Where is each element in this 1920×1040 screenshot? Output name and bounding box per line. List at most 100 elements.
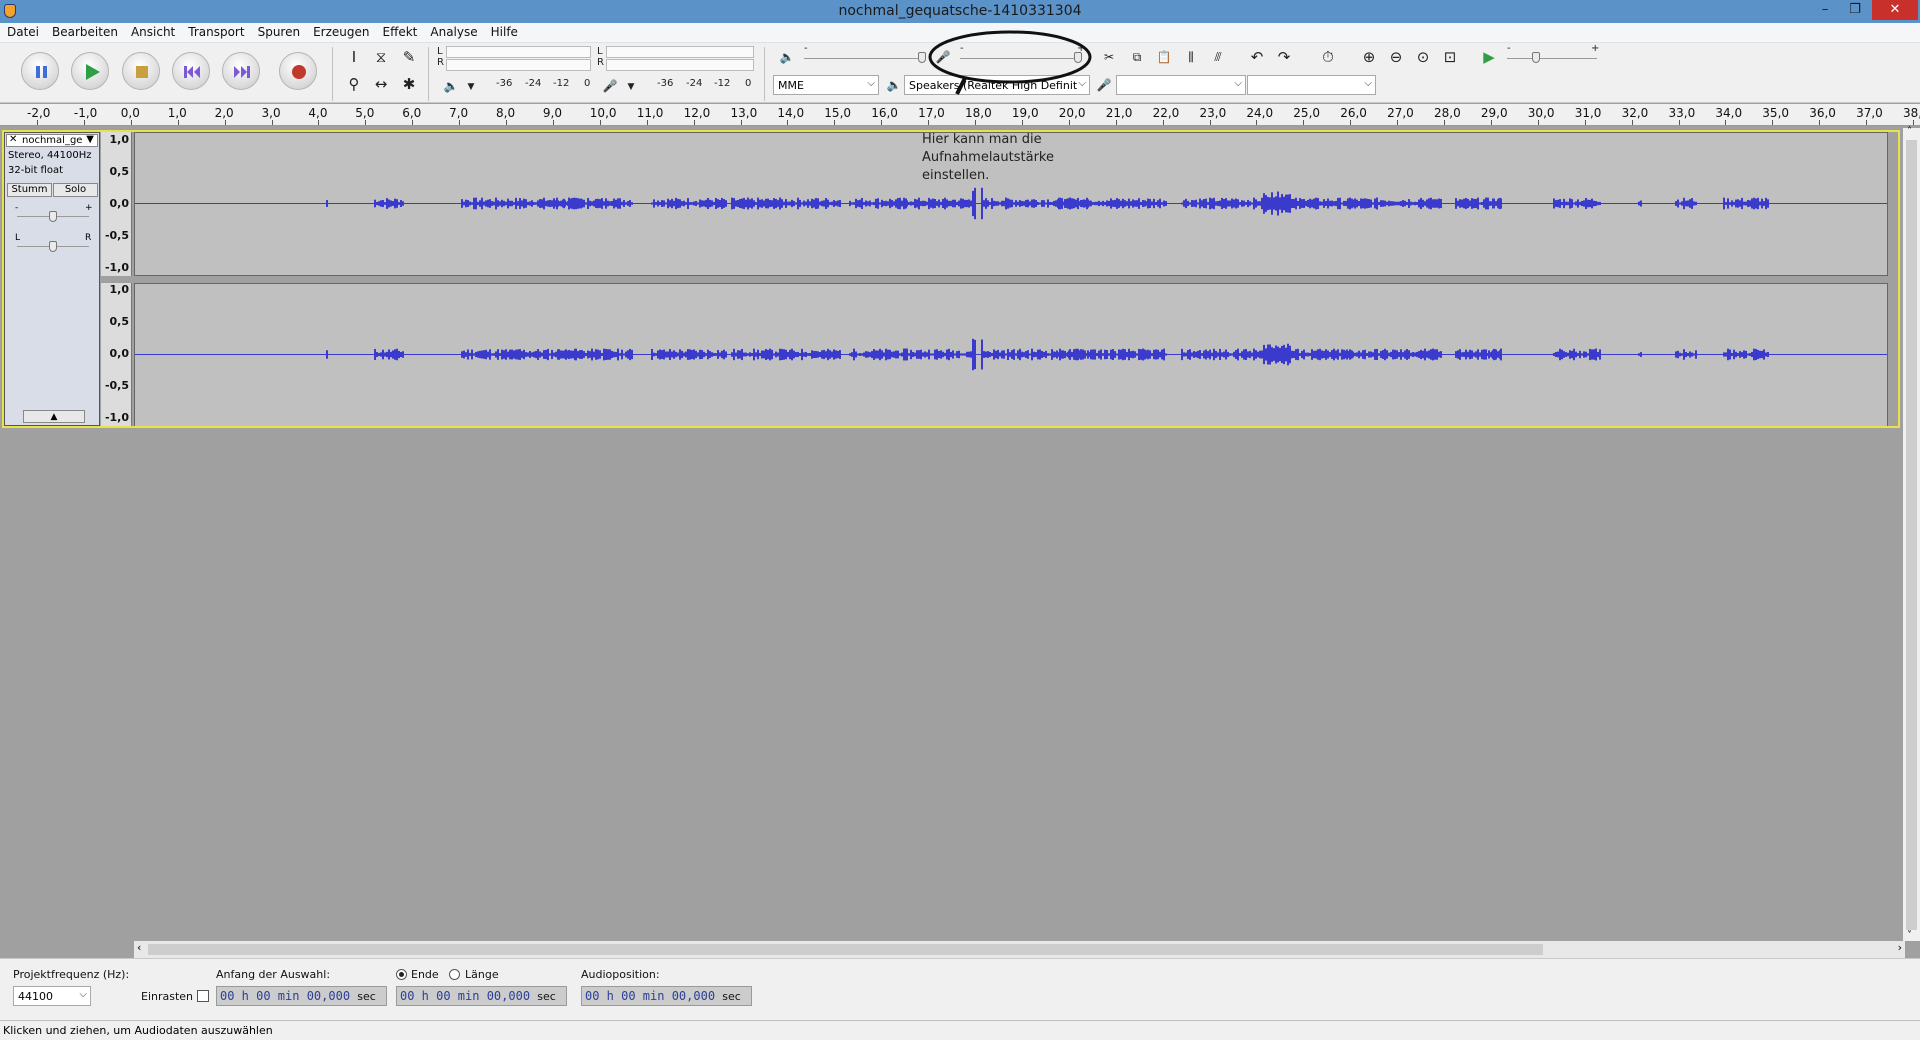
waveform-sample <box>934 198 936 209</box>
scroll-up-icon[interactable]: ˄ <box>1907 126 1912 137</box>
fit-selection-icon[interactable]: ⊙ <box>1412 46 1434 68</box>
track-title-bar[interactable]: ✕ nochmal_ge ▼ <box>6 134 98 147</box>
waveform-sample <box>1211 352 1213 357</box>
menu-bearbeiten[interactable]: Bearbeiten <box>45 23 124 39</box>
maximize-button[interactable]: ❐ <box>1840 0 1870 20</box>
waveform-sample <box>717 199 719 208</box>
record-meter-left[interactable] <box>606 46 754 58</box>
track-menu-chevron-icon[interactable]: ▼ <box>86 134 94 145</box>
collapse-track-button[interactable]: ▲ <box>23 410 85 423</box>
waveform-sample <box>1245 202 1247 205</box>
menu-erzeugen[interactable]: Erzeugen <box>306 23 375 39</box>
waveform-sample <box>1301 202 1303 205</box>
waveform-right-channel[interactable] <box>134 283 1888 427</box>
envelope-tool-icon[interactable]: ⧖ <box>370 46 392 68</box>
menu-transport[interactable]: Transport <box>181 23 250 39</box>
meter-dropdown-icon[interactable]: ▼ <box>620 76 642 98</box>
menu-spuren[interactable]: Spuren <box>251 23 307 39</box>
scissors-icon[interactable]: ✂ <box>1098 46 1120 68</box>
track-close-icon[interactable]: ✕ <box>9 134 17 145</box>
minimize-button[interactable]: – <box>1810 0 1840 20</box>
snap-to-checkbox[interactable] <box>197 990 209 1002</box>
scroll-left-icon[interactable]: ‹ <box>137 941 141 954</box>
trim-audio-icon[interactable]: ⫼ <box>1180 46 1202 68</box>
zoom-in-icon[interactable]: ⊕ <box>1358 46 1380 68</box>
playback-meter-right[interactable] <box>446 59 591 71</box>
play-speed-slider[interactable] <box>1532 52 1540 63</box>
record-meter-right[interactable] <box>606 59 754 71</box>
project-rate-select[interactable]: 44100 ⌵ <box>13 986 91 1006</box>
audio-position-time[interactable]: 00 h 00 min 00,000 sec <box>581 986 752 1006</box>
skip-to-start-button[interactable] <box>172 52 210 90</box>
playback-meter-left[interactable] <box>446 46 591 58</box>
vertical-scrollbar[interactable]: ˄ ˅ <box>1903 126 1920 941</box>
pause-button[interactable] <box>21 52 59 90</box>
waveform-sample <box>549 200 551 207</box>
selection-start-time[interactable]: 00 h 00 min 00,000 sec <box>216 986 387 1006</box>
waveform-sample <box>1390 201 1392 206</box>
waveform-sample <box>785 199 787 208</box>
waveform-sample <box>1021 200 1023 207</box>
play-at-speed-icon[interactable]: ▶ <box>1478 46 1500 68</box>
menu-hilfe[interactable]: Hilfe <box>484 23 524 39</box>
meter-dropdown-icon[interactable]: ▼ <box>460 76 482 98</box>
timeline-ruler[interactable]: -2,0 -1,0 0,0 1,0 2,0 3,0 4,0 5,0 6,0 7,0 8,0 9,0 10… <box>0 104 1920 126</box>
length-radio[interactable] <box>449 969 460 980</box>
zoom-tool-icon[interactable]: ⚲ <box>343 73 365 95</box>
waveform-sample <box>382 199 384 208</box>
copy-icon[interactable]: ⧉ <box>1126 46 1148 68</box>
scroll-down-icon[interactable]: ˅ <box>1907 930 1912 941</box>
menu-ansicht[interactable]: Ansicht <box>124 23 181 39</box>
menu-effekt[interactable]: Effekt <box>376 23 424 39</box>
silence-audio-icon[interactable]: ⫻ <box>1207 46 1229 68</box>
menu-analyse[interactable]: Analyse <box>423 23 483 39</box>
waveform-sample <box>681 201 683 206</box>
redo-icon[interactable]: ↷ <box>1273 46 1295 68</box>
ruler-tick-label: 15,0 <box>824 106 852 120</box>
waveform-sample <box>1372 352 1374 357</box>
track-name[interactable]: nochmal_ge <box>22 135 82 146</box>
record-button[interactable] <box>279 52 317 90</box>
undo-icon[interactable]: ↶ <box>1246 46 1268 68</box>
track-control-panel[interactable]: ✕ nochmal_ge ▼ Stereo, 44100Hz 32-bit fl… <box>4 132 100 426</box>
input-channels-select[interactable]: ⌵ <box>1247 75 1376 95</box>
stop-button[interactable] <box>122 52 160 90</box>
waveform-sample <box>1685 200 1687 207</box>
pan-slider[interactable] <box>49 241 57 252</box>
multi-tool-icon[interactable]: ✱ <box>398 73 420 95</box>
paste-icon[interactable]: 📋 <box>1153 46 1175 68</box>
waveform-sample <box>1112 200 1114 207</box>
scroll-right-icon[interactable]: › <box>1898 941 1902 954</box>
gain-slider[interactable] <box>49 211 57 222</box>
vertical-scroll-thumb[interactable] <box>1906 140 1917 930</box>
play-button[interactable] <box>71 52 109 90</box>
waveform-sample <box>715 353 717 356</box>
mute-button[interactable]: Stumm <box>7 183 52 197</box>
zoom-out-icon[interactable]: ⊖ <box>1385 46 1407 68</box>
meter-scale-label: -36 <box>496 78 513 89</box>
time-shift-tool-icon[interactable]: ↔ <box>370 73 392 95</box>
horizontal-scroll-thumb[interactable] <box>148 944 1543 955</box>
close-button[interactable]: ✕ <box>1872 0 1918 20</box>
input-device-select[interactable]: ⌵ <box>1116 75 1246 95</box>
sync-lock-icon[interactable]: ⏱ <box>1317 46 1339 68</box>
speaker-meter-icon[interactable]: 🔈 <box>440 75 462 97</box>
skip-to-end-button[interactable] <box>222 52 260 90</box>
audio-host-select[interactable]: MME ⌵ <box>773 75 879 95</box>
menu-datei[interactable]: Datei <box>0 23 45 39</box>
selection-end-time[interactable]: 00 h 00 min 00,000 sec <box>396 986 567 1006</box>
waveform-sample <box>1249 201 1251 206</box>
draw-tool-icon[interactable]: ✎ <box>398 46 420 68</box>
end-radio[interactable] <box>396 969 407 980</box>
waveform-sample <box>950 351 952 358</box>
waveform-sample <box>1585 351 1587 358</box>
waveform-sample <box>1683 349 1685 360</box>
microphone-meter-icon[interactable]: 🎤 <box>599 75 621 97</box>
fit-project-icon[interactable]: ⊡ <box>1439 46 1461 68</box>
selection-tool-icon[interactable]: I <box>343 46 365 68</box>
waveform-sample <box>1070 201 1072 206</box>
horizontal-scrollbar[interactable]: ‹ › <box>134 941 1905 958</box>
solo-button[interactable]: Solo <box>53 183 98 197</box>
waveform-sample <box>1025 351 1027 358</box>
waveform-sample <box>869 352 871 357</box>
